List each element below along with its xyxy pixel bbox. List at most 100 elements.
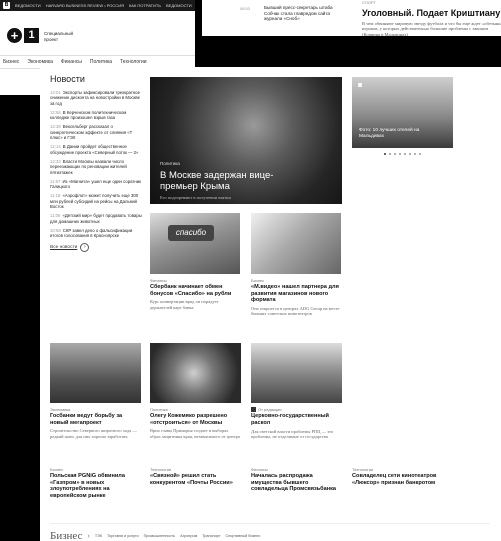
news-item[interactable]: 11:57 Из «Магнита» ушел еще один соратник… (50, 179, 143, 190)
news-text: В Керченском политехническом колледже пр… (50, 109, 127, 121)
news-item[interactable]: 12:14 В Дании пройдет общественное обсужд… (50, 144, 143, 155)
card-rubric[interactable]: Бизнес (251, 278, 341, 283)
card-image[interactable] (150, 343, 241, 403)
card-image[interactable] (251, 343, 342, 403)
bottom-title[interactable]: Польская PGNiG обвинила «Газпром» в новы… (50, 473, 140, 499)
bottom-item[interactable]: Технологии «Связной» решил стать конкуре… (150, 467, 240, 488)
hero-rubric[interactable]: Политика (160, 161, 180, 166)
bottom-title[interactable]: Совладелец сети кинотеатров «Люксор» при… (352, 473, 442, 486)
card-rubric[interactable]: От редакции (251, 407, 341, 413)
card-rubric[interactable]: Финансы (150, 278, 240, 283)
card-railway[interactable]: Экономика Госбанки ведут борьбу за новый… (50, 407, 140, 439)
one-logo-icon: 1 (24, 28, 39, 43)
card-editorial[interactable]: От редакции Церковно-государственный рас… (251, 407, 341, 440)
nav-item-business[interactable]: Бизнес (3, 59, 19, 65)
news-item[interactable]: 11:18 «Аэрофлот» может получить еще 300 м… (50, 193, 143, 209)
hero-article[interactable]: Политика В Москве задержан вице-премьер … (150, 77, 342, 204)
news-title[interactable]: Новости (50, 74, 143, 84)
card-rubric[interactable]: Экономика (50, 407, 140, 412)
nav-item-politics[interactable]: Политика (90, 59, 112, 65)
vedomosti-logo-icon[interactable]: В (3, 2, 10, 9)
pagination-dot[interactable] (419, 153, 421, 155)
card-text: Для светской власти проблемы РПЦ — это п… (251, 428, 334, 440)
news-time: 11:18 (50, 193, 61, 199)
news-text: Власти Москвы назвали число переезжающих… (50, 158, 127, 175)
card-image[interactable]: спасибо (150, 213, 240, 274)
card-text: Строительство Северного широтного хода —… (50, 428, 137, 439)
section-title[interactable]: Бизнес (50, 530, 82, 541)
card-text: Врио главы Приморья создает в выборах об… (150, 428, 240, 439)
bottom-item[interactable]: Бизнес Польская PGNiG обвинила «Газпром»… (50, 467, 140, 501)
hero-title[interactable]: В Москве задержан вице-премьер Крыма (160, 170, 290, 192)
bottom-title[interactable]: Началась распродажа имущества бывшего со… (251, 473, 341, 493)
card-title[interactable]: Олегу Кожемяко разрешено «отстроиться» о… (150, 413, 240, 426)
bottom-rubric[interactable]: Технологии (150, 467, 240, 472)
news-time: 12:38 (50, 124, 61, 130)
bottom-item[interactable]: Финансы Началась распродажа имущества бы… (251, 467, 341, 495)
news-item[interactable]: 13:01 Экспорты зафиксировали трехкратное … (50, 90, 143, 106)
card-mvideo[interactable]: Бизнес «М.видео» нашел партнера для разв… (251, 278, 341, 317)
news-text: «Детский мир» будет продавать товары для… (50, 213, 142, 224)
news-time: 10:58 (50, 227, 61, 233)
news-item[interactable]: 12:33 Власти Москвы назвали число переезж… (50, 159, 143, 175)
nav-item-economy[interactable]: Экономика (27, 59, 52, 65)
news-time: 12:14 (50, 144, 61, 150)
news-text: В Дании пройдет общественное обсуждение … (50, 144, 139, 155)
rubric-label[interactable]: СПОРТ (362, 0, 376, 5)
pagination-dot[interactable] (394, 153, 396, 155)
gallery-pagination (352, 153, 453, 155)
topbar-link[interactable]: HARVARD BUSINESS REVIEW • РОССИЯ (46, 3, 124, 8)
news-item[interactable]: 10:58 СКР завел дело о фальсификации итог… (50, 228, 143, 239)
card-image[interactable] (50, 343, 141, 403)
topbar-link[interactable]: ВЕДОМОСТИ (166, 3, 192, 8)
bottom-item[interactable]: Технологии Совладелец сети кинотеатров «… (352, 467, 442, 488)
all-news-link[interactable]: Все новости › (50, 242, 143, 252)
bottom-rubric[interactable]: Бизнес (50, 467, 140, 472)
sport-lead: В чем обвиняют мировую звезду футбола и … (362, 21, 501, 36)
sport-headline[interactable]: Уголовный. Подает Криштиану (362, 8, 500, 18)
nav-item-finance[interactable]: Финансы (61, 59, 82, 65)
topbar-link[interactable]: КАК ПОТРАТИТЬ (129, 3, 161, 8)
bottom-title[interactable]: «Связной» решил стать конкурентом «Почты… (150, 473, 240, 486)
subsection-link[interactable]: Торговля и услуги (107, 534, 138, 538)
photo-gallery-card[interactable]: ◙ Фото: 10 лучших отелей на Мальдивах (352, 77, 453, 148)
pagination-dot[interactable] (404, 153, 406, 155)
subsection-link[interactable]: Промышленность (144, 534, 176, 538)
card-title[interactable]: Госбанки ведут борьбу за новый мегапроек… (50, 413, 140, 426)
news-item[interactable]: 12:38 Вексельберг рассказал о синергетиче… (50, 124, 143, 140)
chevron-right-icon[interactable]: › (87, 533, 89, 540)
bottom-rubric[interactable]: Финансы (251, 467, 341, 472)
pagination-dot[interactable] (414, 153, 416, 155)
card-kozhemyako[interactable]: Политика Олегу Кожемяко разрешено «отстр… (150, 407, 240, 439)
card-title[interactable]: Сбербанк начинает обмен бонусов «Спасибо… (150, 284, 240, 297)
news-time: 12:33 (50, 158, 61, 164)
top-bar: В ВЕДОМОСТИ HARVARD BUSINESS REVIEW • РО… (0, 0, 195, 11)
news-item[interactable]: 11:06 «Детский мир» будет продавать товар… (50, 213, 143, 224)
card-text: Курс конвертации вряд ли порадует держат… (150, 299, 219, 310)
news-link[interactable]: Бывший пресс-секретарь штаба Собчак стал… (264, 5, 334, 22)
pagination-dot[interactable] (384, 153, 386, 155)
card-title[interactable]: «М.видео» нашел партнера для развития ма… (251, 284, 341, 304)
card-image[interactable] (251, 213, 341, 274)
subsection-link[interactable]: Транспорт (202, 534, 220, 538)
pagination-dot[interactable] (399, 153, 401, 155)
subsection-link[interactable]: Агропром (180, 534, 197, 538)
nav-item-technology[interactable]: Технологии (120, 59, 147, 65)
topbar-link[interactable]: ВЕДОМОСТИ (15, 3, 41, 8)
subsection-link[interactable]: ТЭК (95, 534, 102, 538)
card-title[interactable]: Церковно-государственный раскол (251, 413, 341, 426)
pagination-dot[interactable] (409, 153, 411, 155)
project-label[interactable]: Специальный проект (44, 31, 84, 43)
news-text: «Аэрофлот» может получить еще 300 млн ру… (50, 193, 139, 210)
sport-fragment: 08:53 Бывший пресс-секретарь штаба Собча… (202, 0, 501, 36)
site-logo[interactable]: + 1 (7, 28, 39, 43)
card-rubric[interactable]: Политика (150, 407, 240, 412)
news-time: 11:06 (50, 213, 61, 219)
news-time: 08:53 (240, 6, 251, 11)
subsection-link[interactable]: Спортивный бизнес (225, 534, 260, 538)
card-sberbank[interactable]: Финансы Сбербанк начинает обмен бонусов … (150, 278, 240, 310)
news-text: Из «Магнита» ушел еще один соратник Гали… (50, 178, 141, 190)
pagination-dot[interactable] (389, 153, 391, 155)
bottom-rubric[interactable]: Технологии (352, 467, 442, 472)
news-item[interactable]: 12:56 В Керченском политехническом коллед… (50, 110, 143, 121)
